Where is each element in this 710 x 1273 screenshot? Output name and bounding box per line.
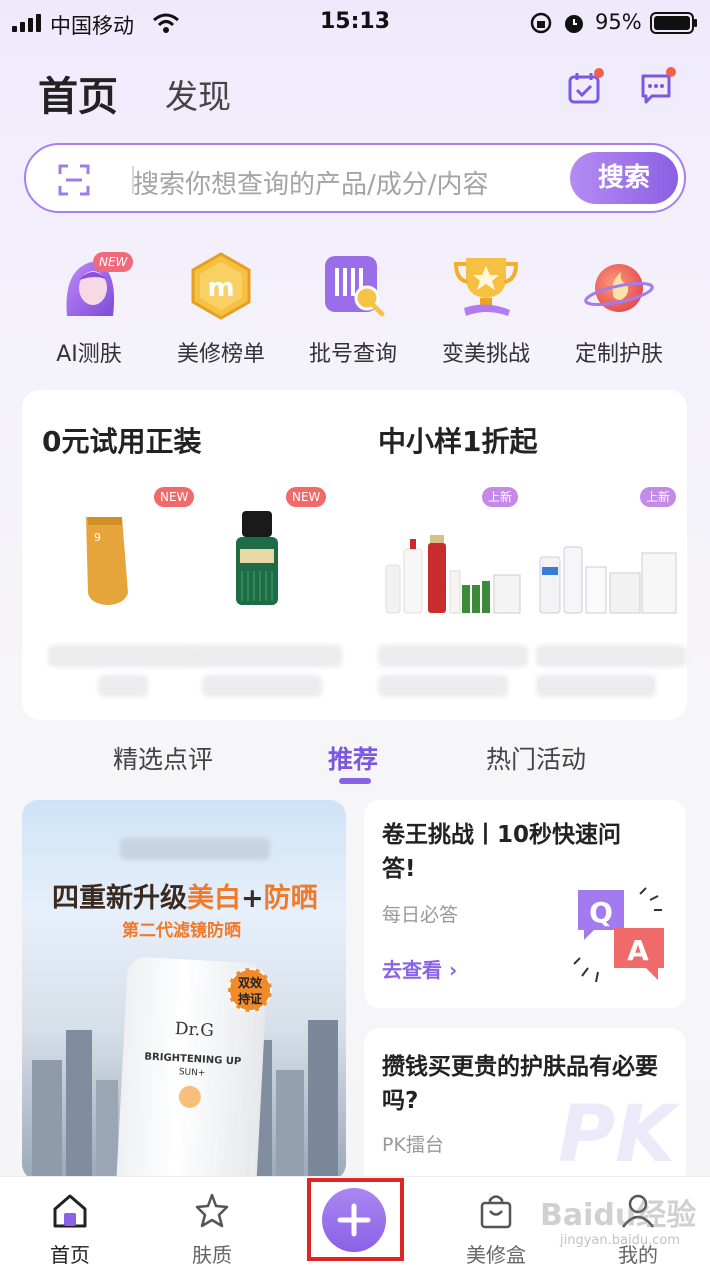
blurred-product-name [48, 645, 198, 667]
quick-action-ai-skin-test[interactable]: NEW AI测肤 [22, 250, 156, 370]
svg-text:9: 9 [94, 531, 101, 544]
battery-percent: 95% [595, 10, 642, 34]
blurred-product-price [98, 675, 148, 697]
qa-bubbles-icon: Q A [573, 887, 664, 983]
product-card[interactable]: NEW 9 [42, 485, 198, 715]
messages-button[interactable] [638, 67, 676, 106]
card-subtitle: PK擂台 [382, 1134, 444, 1156]
search-button[interactable]: 搜索 [570, 152, 678, 204]
quick-action-label: 美修榜单 [176, 342, 265, 367]
new-tag-badge: 上新 [640, 487, 677, 507]
svg-text:A: A [627, 934, 649, 967]
quick-action-beauty-challenge[interactable]: 变美挑战 [419, 250, 553, 370]
batch-search-icon [317, 250, 389, 322]
post-button[interactable] [322, 1188, 386, 1252]
new-badge: NEW [154, 487, 195, 507]
quick-action-batch-lookup[interactable]: 批号查询 [286, 250, 420, 370]
quick-action-custom-skincare[interactable]: 定制护肤 [552, 250, 686, 370]
home-icon [53, 1194, 87, 1228]
quiz-challenge-card[interactable]: 卷王挑战丨10秒快速问答! 每日必答 去查看 › Q A [364, 800, 686, 1008]
quick-action-ranking[interactable]: m 美修榜单 [154, 250, 288, 370]
product-card[interactable]: NEW [192, 485, 352, 715]
svg-text:m: m [207, 273, 234, 303]
blurred-product-name [192, 645, 342, 667]
product-card[interactable]: 上新 [536, 485, 686, 715]
notification-dot [666, 67, 676, 77]
notification-dot [594, 68, 604, 78]
nav-home[interactable]: 首页 [20, 1191, 120, 1268]
svg-text:Q: Q [589, 896, 613, 929]
product-image [539, 546, 677, 614]
banner-subline: 第二代滤镜防晒 [122, 921, 241, 941]
nav-skin-type[interactable]: 肤质 [162, 1191, 262, 1268]
pk-debate-card[interactable]: 攒钱买更贵的护肤品有必要吗? PK擂台 PK [364, 1028, 686, 1188]
nav-label: 肤质 [192, 1243, 232, 1267]
rotation-lock-icon [530, 12, 552, 34]
search-input[interactable]: 搜索你想查询的产品/成分/内容 [133, 164, 489, 201]
new-badge: NEW [286, 487, 327, 507]
blurred-product-price [202, 675, 322, 697]
battery-icon [650, 12, 697, 34]
quick-action-label: AI测肤 [56, 342, 122, 367]
mini-sample-title[interactable]: 中小样1折起 [378, 420, 537, 460]
status-bar: 中国移动 15:13 95% [0, 0, 710, 50]
ai-face-icon: NEW [53, 250, 134, 322]
baidu-watermark-url: jingyan.baidu.com [560, 1233, 680, 1248]
nav-label: 美修盒 [466, 1243, 526, 1267]
calendar-button[interactable] [566, 68, 604, 106]
trophy-icon [450, 250, 522, 322]
search-bar[interactable]: 搜索你想查询的产品/成分/内容 搜索 [24, 143, 686, 213]
new-badge: NEW [93, 252, 134, 272]
card-subtitle: 每日必答 [382, 904, 459, 926]
baidu-watermark: Baidu经验 [540, 1198, 697, 1233]
view-link[interactable]: 去查看 › [382, 954, 457, 983]
nav-label: 首页 [50, 1243, 90, 1267]
tab-discover[interactable]: 发现 [165, 70, 231, 118]
new-tag-badge: 上新 [482, 487, 519, 507]
planet-flame-icon [583, 250, 655, 322]
card-title: 卷王挑战丨10秒快速问答! [382, 822, 622, 882]
active-tab-indicator [339, 778, 371, 784]
blurred-product-name [536, 645, 686, 667]
plus-icon [337, 1203, 371, 1237]
banner-headline: 四重新升级美白+防晒 [52, 883, 318, 914]
alarm-icon [565, 15, 583, 33]
promo-card: 0元试用正装 中小样1折起 NEW 9 NEW 上新 上新 [22, 390, 687, 720]
promo-banner[interactable]: 四重新升级美白+防晒 第二代滤镜防晒 Dr.G BRIGHTENING UP S… [22, 800, 346, 1180]
star-sparkle-icon [195, 1193, 229, 1228]
product-image: 9 [86, 517, 128, 605]
blurred-brand-text [120, 838, 270, 860]
quick-action-label: 定制护肤 [574, 342, 663, 367]
blurred-product-price [536, 675, 656, 697]
tab-hot-events[interactable]: 热门活动 [486, 740, 586, 776]
product-card[interactable]: 上新 [378, 485, 528, 715]
blurred-product-name [378, 645, 528, 667]
shopping-bag-icon [480, 1195, 512, 1229]
tab-recommended[interactable]: 推荐 [328, 740, 378, 776]
free-trial-title[interactable]: 0元试用正装 [42, 420, 201, 460]
scan-icon[interactable] [58, 164, 90, 196]
ranking-hexagon-icon: m [185, 250, 257, 322]
product-image [385, 535, 521, 614]
blurred-product-price [378, 675, 508, 697]
nav-beauty-box[interactable]: 美修盒 [446, 1191, 546, 1268]
tab-home[interactable]: 首页 [38, 64, 118, 122]
tab-selected-reviews[interactable]: 精选点评 [113, 740, 213, 776]
pk-watermark: PK [558, 1090, 676, 1180]
product-image [236, 511, 278, 605]
quick-action-label: 批号查询 [308, 342, 397, 367]
certified-seal: 双效 持证 [228, 968, 272, 1012]
quick-action-label: 变美挑战 [441, 342, 530, 367]
